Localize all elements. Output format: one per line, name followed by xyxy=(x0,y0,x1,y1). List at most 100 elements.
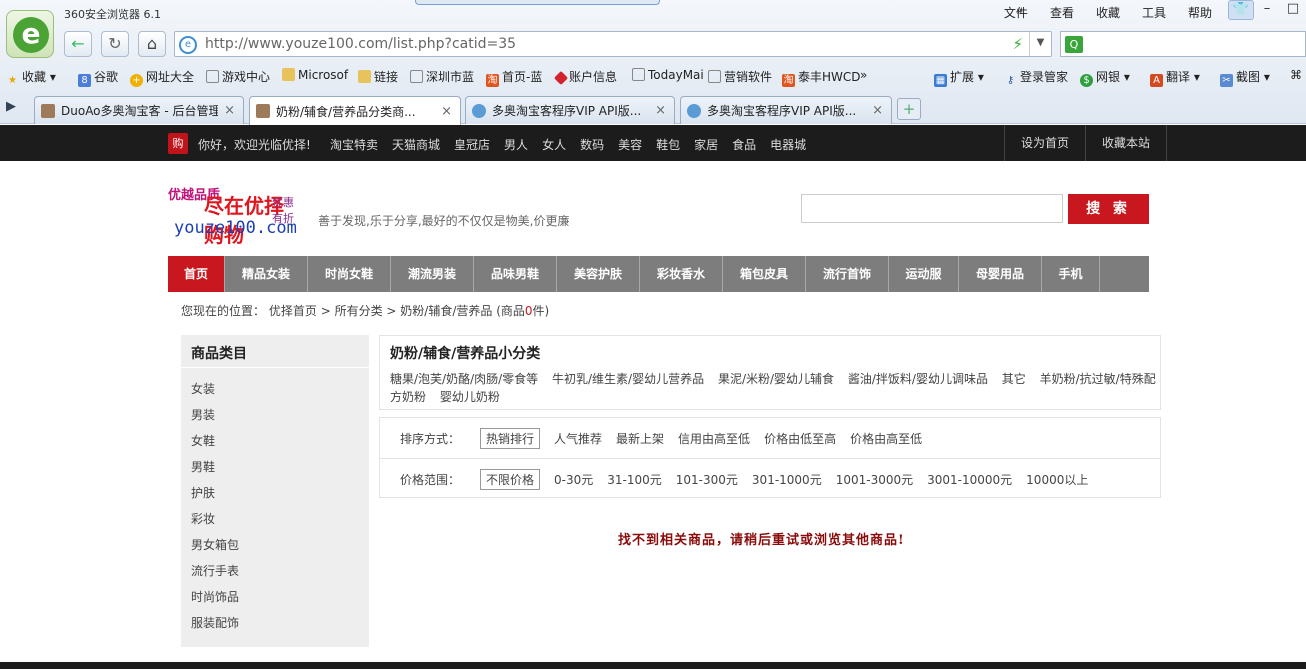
nav-item[interactable]: 母婴用品 xyxy=(959,256,1042,292)
address-bar[interactable]: e http://www.youze100.com/list.php?catid… xyxy=(174,31,1052,57)
menu-tools[interactable]: 工具 xyxy=(1142,4,1166,21)
gamepad-icon[interactable]: ⌘ xyxy=(1290,68,1302,82)
fav-links[interactable]: 链接 xyxy=(358,68,398,85)
ext-button[interactable]: ▦ 扩展 ▾ xyxy=(934,68,984,87)
site-logo[interactable]: 优越品质 尽在优择购物 优惠有折 youze100.com xyxy=(168,180,303,247)
breadcrumb-home-link[interactable]: 优择首页 xyxy=(269,304,317,318)
set-homepage-link[interactable]: 设为首页 xyxy=(1004,125,1085,161)
search-engine-icon[interactable]: Q xyxy=(1065,36,1083,53)
sidebar-item[interactable]: 流行手表 xyxy=(191,558,369,584)
fav-shenzhen[interactable]: 深圳市蓝 xyxy=(410,68,474,85)
tab-close-icon[interactable]: × xyxy=(441,104,452,119)
sidebar-item[interactable]: 女鞋 xyxy=(191,428,369,454)
nav-home[interactable]: 首页 xyxy=(168,256,225,292)
tab-close-icon[interactable]: × xyxy=(872,103,883,118)
refresh-button[interactable]: ↻ xyxy=(101,31,129,57)
sort-option[interactable]: 最新上架 xyxy=(616,430,664,447)
price-option[interactable]: 10000以上 xyxy=(1026,471,1088,488)
back-button[interactable]: ← xyxy=(64,31,92,57)
nav-item[interactable]: 彩妆香水 xyxy=(640,256,723,292)
subcategory-link[interactable]: 糖果/泡芙/奶酪/肉肠/零食等 xyxy=(390,372,538,386)
ebank-button[interactable]: $ 网银 ▾ xyxy=(1080,68,1130,87)
subcategory-link[interactable]: 婴幼儿奶粉 xyxy=(440,390,500,404)
menu-file[interactable]: 文件 xyxy=(1004,4,1028,21)
topbar-link[interactable]: 家居 xyxy=(694,136,718,153)
sidebar-item[interactable]: 男装 xyxy=(191,402,369,428)
fav-hao[interactable]: + 网址大全 xyxy=(130,68,194,87)
speed-mode-icon[interactable]: ⚡ xyxy=(1012,35,1023,53)
sidebar-item[interactable]: 时尚饰品 xyxy=(191,584,369,610)
translate-button[interactable]: A 翻译 ▾ xyxy=(1150,68,1200,87)
login-manager-button[interactable]: ⚷ 登录管家 xyxy=(1004,68,1068,87)
fav-marketing[interactable]: 营销软件 xyxy=(708,68,772,85)
topbar-link[interactable]: 男人 xyxy=(504,136,528,153)
fav-taifeng[interactable]: 淘泰丰HWCD xyxy=(782,68,861,87)
nav-item[interactable]: 时尚女鞋 xyxy=(308,256,391,292)
maximize-icon[interactable]: □ xyxy=(1280,0,1306,20)
minimize-icon[interactable]: – xyxy=(1254,0,1280,20)
menu-favorites[interactable]: 收藏 xyxy=(1096,4,1120,21)
bookmark-site-link[interactable]: 收藏本站 xyxy=(1085,125,1168,161)
site-search-button[interactable]: 搜 索 xyxy=(1068,194,1149,224)
topbar-link[interactable]: 数码 xyxy=(580,136,604,153)
price-option[interactable]: 0-30元 xyxy=(554,471,593,488)
fav-account[interactable]: 账户信息 xyxy=(553,68,617,86)
nav-item[interactable]: 手机 xyxy=(1042,256,1100,292)
sidebar-item[interactable]: 男鞋 xyxy=(191,454,369,480)
nav-item[interactable]: 箱包皮具 xyxy=(723,256,806,292)
screenshot-button[interactable]: ✂ 截图 ▾ xyxy=(1220,68,1270,87)
nav-item[interactable]: 美容护肤 xyxy=(557,256,640,292)
address-url[interactable]: http://www.youze100.com/list.php?catid=3… xyxy=(205,36,516,52)
skin-icon[interactable]: 👕 xyxy=(1228,0,1254,20)
topbar-link[interactable]: 皇冠店 xyxy=(454,136,490,153)
sidebar-item[interactable]: 彩妆 xyxy=(191,506,369,532)
tab-duoao-2[interactable]: 多奥淘宝客程序VIP API版... × xyxy=(680,96,892,124)
nav-item[interactable]: 精品女装 xyxy=(225,256,308,292)
sidebar-item[interactable]: 服装配饰 xyxy=(191,610,369,636)
topbar-link[interactable]: 天猫商城 xyxy=(392,136,440,153)
fav-collect[interactable]: ★ 收藏 ▾ xyxy=(6,68,56,87)
fav-todaymai[interactable]: TodayMai xyxy=(632,68,704,82)
price-option[interactable]: 1001-3000元 xyxy=(836,471,913,488)
tab-admin[interactable]: DuoAo多奥淘宝客 - 后台管理 × xyxy=(34,96,244,124)
breadcrumb-current[interactable]: 奶粉/辅食/营养品 xyxy=(400,304,492,318)
sidebar-item[interactable]: 女装 xyxy=(191,376,369,402)
topbar-link[interactable]: 食品 xyxy=(732,136,756,153)
menu-help[interactable]: 帮助 xyxy=(1188,4,1212,21)
fav-microsoft[interactable]: Microsof xyxy=(282,68,348,82)
home-button[interactable]: ⌂ xyxy=(138,31,166,57)
sort-option[interactable]: 价格由低至高 xyxy=(764,430,836,447)
nav-item[interactable]: 潮流男装 xyxy=(391,256,474,292)
site-info-icon[interactable]: e xyxy=(179,36,197,54)
site-search-input[interactable] xyxy=(801,194,1063,223)
sort-option[interactable]: 人气推荐 xyxy=(554,430,602,447)
fav-google[interactable]: 8 谷歌 xyxy=(78,68,118,87)
menu-view[interactable]: 查看 xyxy=(1050,4,1074,21)
tab-close-icon[interactable]: × xyxy=(224,103,235,118)
breadcrumb-all-link[interactable]: 所有分类 xyxy=(335,304,383,318)
nav-item[interactable]: 品味男鞋 xyxy=(474,256,557,292)
fav-home-blue[interactable]: 淘首页-蓝 xyxy=(486,68,542,87)
address-dropdown-icon[interactable]: ▼ xyxy=(1029,32,1051,56)
subcategory-link[interactable]: 其它 xyxy=(1002,372,1026,386)
browser-logo-icon[interactable]: e xyxy=(6,10,54,58)
sidebar-item[interactable]: 护肤 xyxy=(191,480,369,506)
topbar-link[interactable]: 淘宝特卖 xyxy=(330,136,378,153)
price-option[interactable]: 101-300元 xyxy=(676,471,738,488)
price-option[interactable]: 31-100元 xyxy=(607,471,662,488)
sort-option[interactable]: 价格由高至低 xyxy=(850,430,922,447)
subcategory-link[interactable]: 酱油/拌饭料/婴幼儿调味品 xyxy=(848,372,988,386)
topbar-link[interactable]: 女人 xyxy=(542,136,566,153)
tab-duoao-1[interactable]: 多奥淘宝客程序VIP API版... × xyxy=(465,96,675,124)
tab-sidebar-toggle-icon[interactable]: ▶ xyxy=(6,99,16,114)
new-tab-button[interactable]: + xyxy=(897,98,921,120)
topbar-link[interactable]: 鞋包 xyxy=(656,136,680,153)
nav-item[interactable]: 运动服 xyxy=(889,256,959,292)
topbar-link[interactable]: 美容 xyxy=(618,136,642,153)
nav-item[interactable]: 流行首饰 xyxy=(806,256,889,292)
price-option[interactable]: 3001-10000元 xyxy=(927,471,1012,488)
subcategory-link[interactable]: 牛初乳/维生素/婴幼儿营养品 xyxy=(552,372,704,386)
price-option[interactable]: 301-1000元 xyxy=(752,471,822,488)
sort-option-selected[interactable]: 热销排行 xyxy=(480,427,541,449)
tab-current[interactable]: 奶粉/辅食/营养品分类商... × xyxy=(249,96,461,125)
